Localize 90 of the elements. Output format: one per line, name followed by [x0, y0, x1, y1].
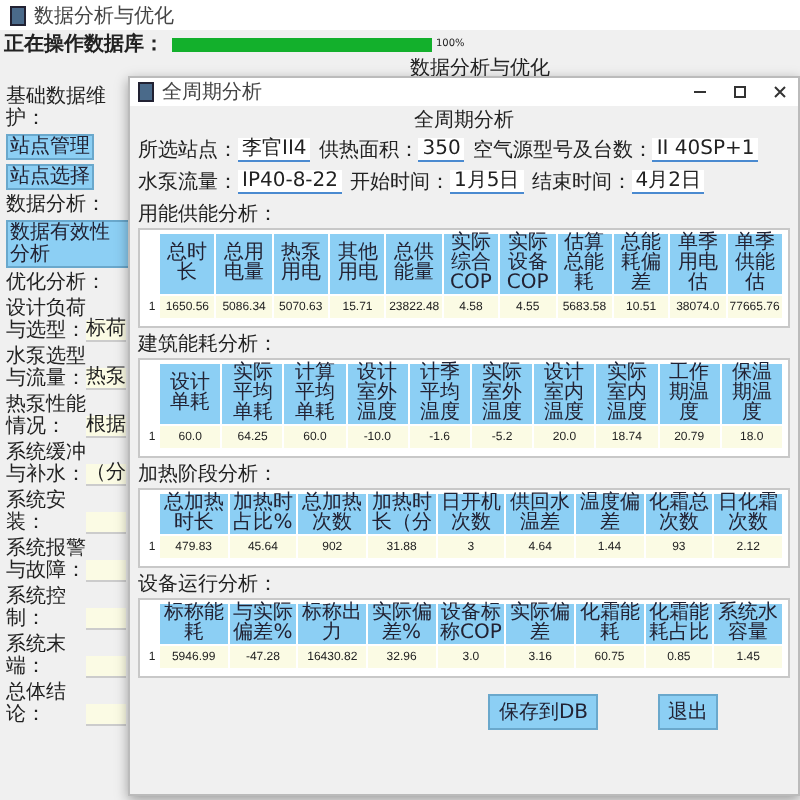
column-header[interactable]: 化霜能耗 — [574, 603, 645, 645]
column-header[interactable]: 设计单耗 — [159, 363, 222, 425]
param-label: 结束时间： — [531, 169, 632, 196]
table-title: 用能供能分析： — [138, 204, 280, 226]
column-header[interactable]: 与实际偏差% — [228, 603, 298, 645]
field-label: 系统报警与故障： — [6, 538, 86, 582]
field-label: 系统安装： — [6, 490, 68, 534]
column-header[interactable]: 保温期温度 — [720, 363, 783, 425]
column-header[interactable]: 总时长 — [159, 233, 216, 295]
column-header[interactable]: 单季用电估 — [669, 233, 727, 295]
input-field[interactable]: 热泵 — [86, 368, 126, 390]
input-field[interactable]: 根据 — [86, 416, 126, 438]
input-field[interactable]: 标荷 — [86, 320, 126, 342]
input-field[interactable] — [86, 512, 126, 534]
column-header[interactable]: 日开机次数 — [436, 493, 506, 535]
column-header[interactable]: 计算平均单耗 — [283, 363, 347, 425]
column-header[interactable]: 化霜能耗占比 — [644, 603, 714, 645]
param-label: 供热面积： — [318, 138, 419, 164]
column-header[interactable]: 总加热时长 — [159, 493, 229, 535]
column-header[interactable]: 设计室外温度 — [346, 363, 409, 425]
column-header[interactable]: 单季供能估 — [726, 233, 783, 295]
column-header[interactable]: 温度偏差 — [574, 493, 645, 535]
column-header[interactable]: 标称出力 — [297, 603, 367, 645]
dialog-button[interactable]: 保存到DB — [488, 694, 598, 730]
app-icon — [138, 82, 154, 102]
sidebar-button[interactable]: 数据有效性分析 — [6, 220, 130, 268]
window-title: 数据分析与优化 — [34, 3, 174, 29]
progress-label: 正在操作数据库： — [4, 30, 166, 58]
input-field[interactable] — [86, 560, 126, 582]
close-icon[interactable] — [770, 82, 790, 102]
column-header[interactable]: 总用电量 — [215, 233, 273, 295]
param-label: 空气源型号及台数： — [472, 137, 653, 164]
maximize-icon[interactable] — [730, 82, 750, 102]
column-header[interactable]: 其他用电 — [329, 233, 386, 295]
input-field[interactable] — [86, 656, 126, 678]
column-header[interactable]: 化霜总次数 — [644, 493, 714, 535]
dialog-heading: 全周期分析 — [412, 110, 516, 134]
column-header[interactable]: 总加热次数 — [297, 493, 367, 535]
section-title: 数据分析： — [6, 194, 106, 216]
table-title: 加热阶段分析： — [138, 464, 280, 486]
column-header[interactable]: 标称能耗 — [159, 603, 229, 645]
input-field[interactable] — [86, 608, 126, 630]
column-header[interactable]: 热泵用电 — [272, 233, 330, 295]
column-header[interactable]: 实际偏差% — [366, 603, 437, 645]
field-label: 设计负荷与选型： — [6, 298, 86, 342]
table-title: 设备运行分析： — [138, 574, 280, 596]
field-label: 系统缓冲与补水： — [6, 442, 86, 486]
input-field[interactable]: （分 — [86, 464, 126, 486]
app-icon — [10, 5, 26, 25]
field-label: 系统末端： — [6, 634, 68, 678]
page-heading: 数据分析与优化 — [410, 58, 552, 82]
param-field[interactable]: IP40-8-22 — [238, 170, 343, 194]
param-field[interactable]: 李官II4 — [238, 138, 311, 162]
column-header[interactable]: 日化霜次数 — [713, 493, 783, 535]
input-field[interactable] — [86, 704, 126, 726]
column-header[interactable]: 估算总能耗 — [556, 233, 613, 295]
param-field[interactable]: 1月5日 — [450, 170, 524, 194]
column-header[interactable]: 总能耗偏差 — [612, 233, 670, 295]
column-header[interactable]: 系统水容量 — [713, 603, 783, 645]
column-header[interactable]: 工作期温度 — [658, 363, 721, 425]
dialog-button[interactable]: 退出 — [658, 694, 718, 730]
field-label: 水泵选型与流量： — [6, 346, 86, 390]
section-title: 优化分析： — [6, 272, 106, 294]
section-title: 基础数据维护： — [6, 86, 108, 130]
dialog-title: 全周期分析 — [162, 79, 262, 106]
table-title: 建筑能耗分析： — [138, 334, 280, 356]
param-label: 水泵流量： — [138, 169, 238, 196]
field-label: 系统控制： — [6, 586, 68, 630]
field-label: 热泵性能情况： — [6, 394, 86, 438]
param-field[interactable]: 4月2日 — [631, 170, 705, 194]
column-header[interactable]: 实际设备COP — [499, 233, 557, 295]
field-label: 总体结论： — [6, 682, 68, 726]
column-header[interactable]: 实际偏差 — [505, 603, 575, 645]
column-header[interactable]: 实际综合COP — [442, 233, 500, 295]
param-label: 所选站点： — [138, 137, 238, 164]
column-header[interactable]: 设计室内温度 — [533, 363, 596, 425]
column-header[interactable]: 实际室内温度 — [595, 363, 658, 425]
column-header[interactable]: 供回水温差 — [505, 493, 575, 535]
param-field[interactable]: 350 — [418, 138, 465, 162]
sidebar-button[interactable]: 站点管理 — [6, 134, 94, 160]
column-header[interactable]: 总供能量 — [385, 233, 443, 295]
sidebar-button[interactable]: 站点选择 — [6, 164, 94, 190]
column-header[interactable]: 实际平均单耗 — [221, 363, 284, 425]
column-header[interactable]: 加热时长（分 — [366, 493, 437, 535]
column-header[interactable]: 计季平均温度 — [408, 363, 471, 425]
param-field[interactable]: II 40SP+1 — [652, 138, 759, 162]
column-header[interactable]: 设备标称COP — [436, 603, 506, 645]
column-header[interactable]: 实际室外温度 — [470, 363, 534, 425]
column-header[interactable]: 加热时占比% — [228, 493, 298, 535]
param-label: 开始时间： — [350, 169, 451, 196]
